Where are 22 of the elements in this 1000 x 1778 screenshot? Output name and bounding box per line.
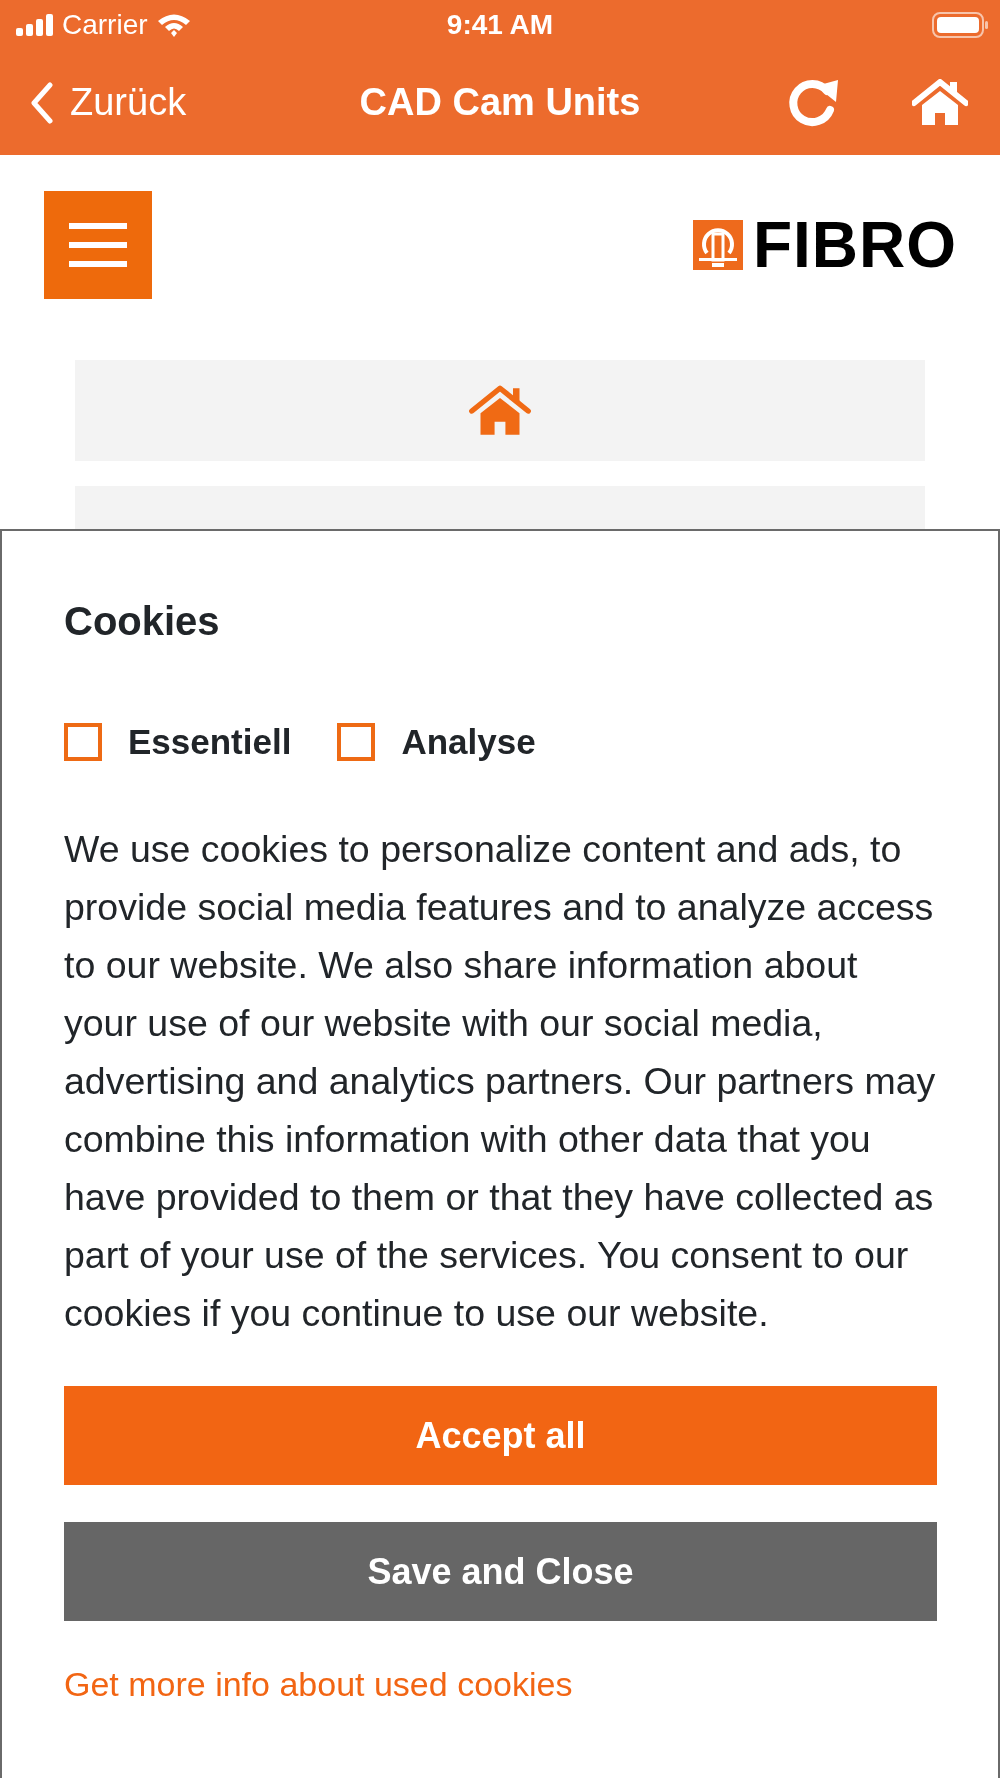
checkbox[interactable] [337,723,376,761]
logo-wordmark: FIBRO [752,213,957,277]
accept-button[interactable]: Accept all [64,1386,937,1485]
checkbox-label: Analyse [401,722,536,762]
logo-icon [692,220,743,270]
status-time: 9:41 AM [446,9,554,41]
cookie-notice-text: We use cookies to personalize content and ads, to provide social media features and to analyze access to our website. We also share information about your use of our website with our social media, advertising and analytics partners. Our partners may combine this information with other data that you have provided to them or that they have collected as part of your use of the services. You consent to our cookies if you continue to use our website. [64,827,937,1336]
dialog-title: Cookies [64,599,221,644]
checkbox-label: Essentiell [128,722,292,762]
chevron-left-icon [30,81,54,124]
checkbox[interactable] [64,723,102,761]
battery-icon [932,12,988,38]
carrier-name: Carrier [62,9,148,41]
screen-title: CAD Cam Units [359,81,641,124]
back-button[interactable]: Zurück [30,81,187,124]
more-info-link[interactable]: Get more info about used cookies [64,1665,573,1704]
save-button[interactable]: Save and Close [64,1522,937,1621]
home-icon [468,384,532,437]
menu-button[interactable] [44,191,152,299]
signal-icon [16,14,54,36]
home-icon[interactable] [912,78,968,127]
menu-icon [69,223,127,267]
